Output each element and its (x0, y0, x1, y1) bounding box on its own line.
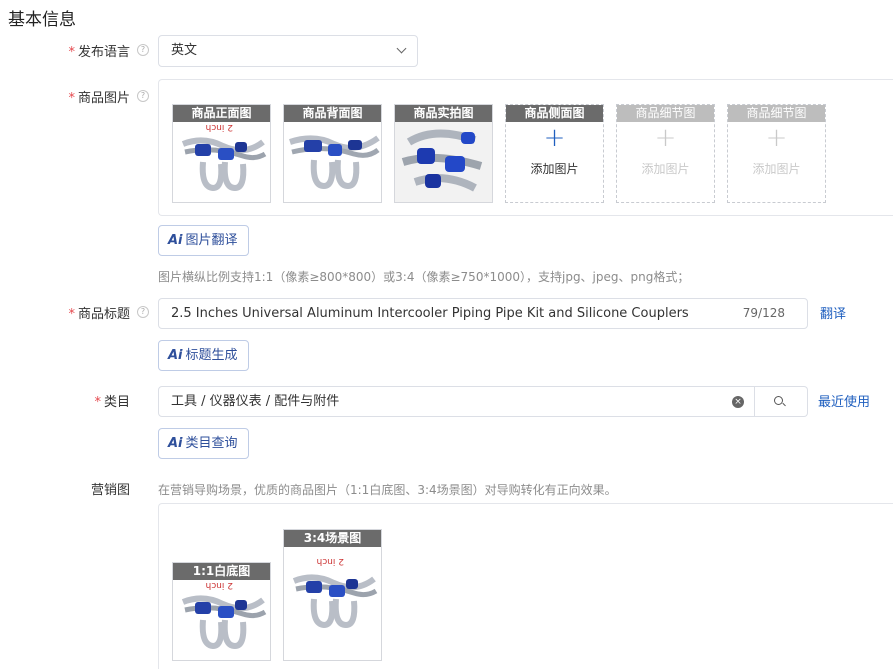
help-icon[interactable]: ? (137, 306, 149, 318)
intercooler-pipe-kit-photo (395, 122, 492, 202)
slot-caption: 商品细节图 (617, 105, 714, 122)
slot-caption: 商品正面图 (173, 105, 270, 122)
add-image-label: 添加图片 (752, 162, 801, 176)
section-title: 基本信息 (8, 10, 76, 30)
ai-icon: Ai (168, 348, 183, 363)
clear-icon[interactable]: × (732, 396, 744, 408)
image-slot-detail-add: 商品细节图 + 添加图片 (727, 104, 826, 203)
slot-caption: 1:1白底图 (173, 563, 270, 580)
title-label: * 商品标题 (68, 307, 130, 322)
language-value: 英文 (171, 43, 198, 58)
marketing-image-panel: 1:1白底图 2 inch 3:4场景图 2 inch (158, 503, 893, 669)
svg-text:2 inch: 2 inch (317, 556, 344, 566)
plus-icon: + (654, 123, 677, 153)
svg-text:2 inch: 2 inch (206, 122, 233, 132)
plus-icon: + (543, 123, 566, 153)
title-char-count: 79/128 (742, 306, 785, 320)
intercooler-pipe-kit-photo: 2 inch (292, 556, 378, 629)
slot-caption: 商品实拍图 (395, 105, 492, 122)
add-image-label: 添加图片 (530, 162, 579, 176)
category-label: * 类目 (94, 395, 130, 410)
marketing-label: 营销图 (90, 483, 130, 498)
language-select[interactable]: 英文 (158, 35, 418, 67)
image-translate-button[interactable]: Ai 图片翻译 (158, 225, 249, 256)
category-value: 工具 / 仪器仪表 / 配件与附件 (171, 394, 340, 409)
intercooler-pipe-kit-photo (289, 135, 380, 190)
help-icon[interactable]: ? (137, 44, 149, 56)
marketing-slot-scene[interactable]: 3:4场景图 2 inch (283, 529, 382, 661)
ai-icon: Ai (168, 436, 183, 451)
language-label: * 发布语言 (68, 45, 130, 60)
slot-caption: 商品背面图 (284, 105, 381, 122)
add-image-label: 添加图片 (641, 162, 690, 176)
ai-icon: Ai (168, 233, 183, 248)
title-value: 2.5 Inches Universal Aluminum Intercoole… (171, 306, 689, 321)
image-slot-real[interactable]: 商品实拍图 (394, 104, 493, 203)
category-search-button[interactable] (754, 386, 808, 417)
recent-used-link[interactable]: 最近使用 (818, 391, 870, 410)
image-slot-front[interactable]: 商品正面图 2 inch (172, 104, 271, 203)
image-upload-panel: 商品正面图 2 inch 商品背面图 商品实拍图 商品侧面图 + 添加图片 商品… (158, 79, 893, 216)
category-input[interactable]: 工具 / 仪器仪表 / 配件与附件 × (158, 386, 755, 417)
title-generate-button[interactable]: Ai 标题生成 (158, 340, 249, 371)
marketing-slot-white[interactable]: 1:1白底图 2 inch (172, 562, 271, 661)
slot-caption: 3:4场景图 (284, 530, 381, 547)
translate-link[interactable]: 翻译 (820, 303, 846, 322)
chevron-down-icon (396, 43, 407, 54)
slot-caption: 商品侧面图 (506, 105, 603, 122)
marketing-hint: 在营销导购场景，优质的商品图片（1:1白底图、3:4场景图）对导购转化有正向效果… (158, 483, 617, 497)
category-query-button[interactable]: Ai 类目查询 (158, 428, 249, 459)
search-icon (774, 396, 783, 405)
title-input[interactable]: 2.5 Inches Universal Aluminum Intercoole… (158, 298, 808, 329)
plus-icon: + (765, 123, 788, 153)
slot-caption: 商品细节图 (728, 105, 825, 122)
intercooler-pipe-kit-photo: 2 inch (181, 580, 267, 650)
images-label: * 商品图片 (68, 91, 130, 106)
help-icon[interactable]: ? (137, 90, 149, 102)
image-slot-side-add[interactable]: 商品侧面图 + 添加图片 (505, 104, 604, 203)
image-slot-back[interactable]: 商品背面图 (283, 104, 382, 203)
image-format-hint: 图片横纵比例支持1:1（像素≥800*800）或3:4（像素≥750*1000）… (158, 270, 690, 284)
image-slot-detail-add: 商品细节图 + 添加图片 (616, 104, 715, 203)
intercooler-pipe-kit-photo: 2 inch (181, 122, 267, 192)
svg-text:2 inch: 2 inch (206, 580, 233, 590)
